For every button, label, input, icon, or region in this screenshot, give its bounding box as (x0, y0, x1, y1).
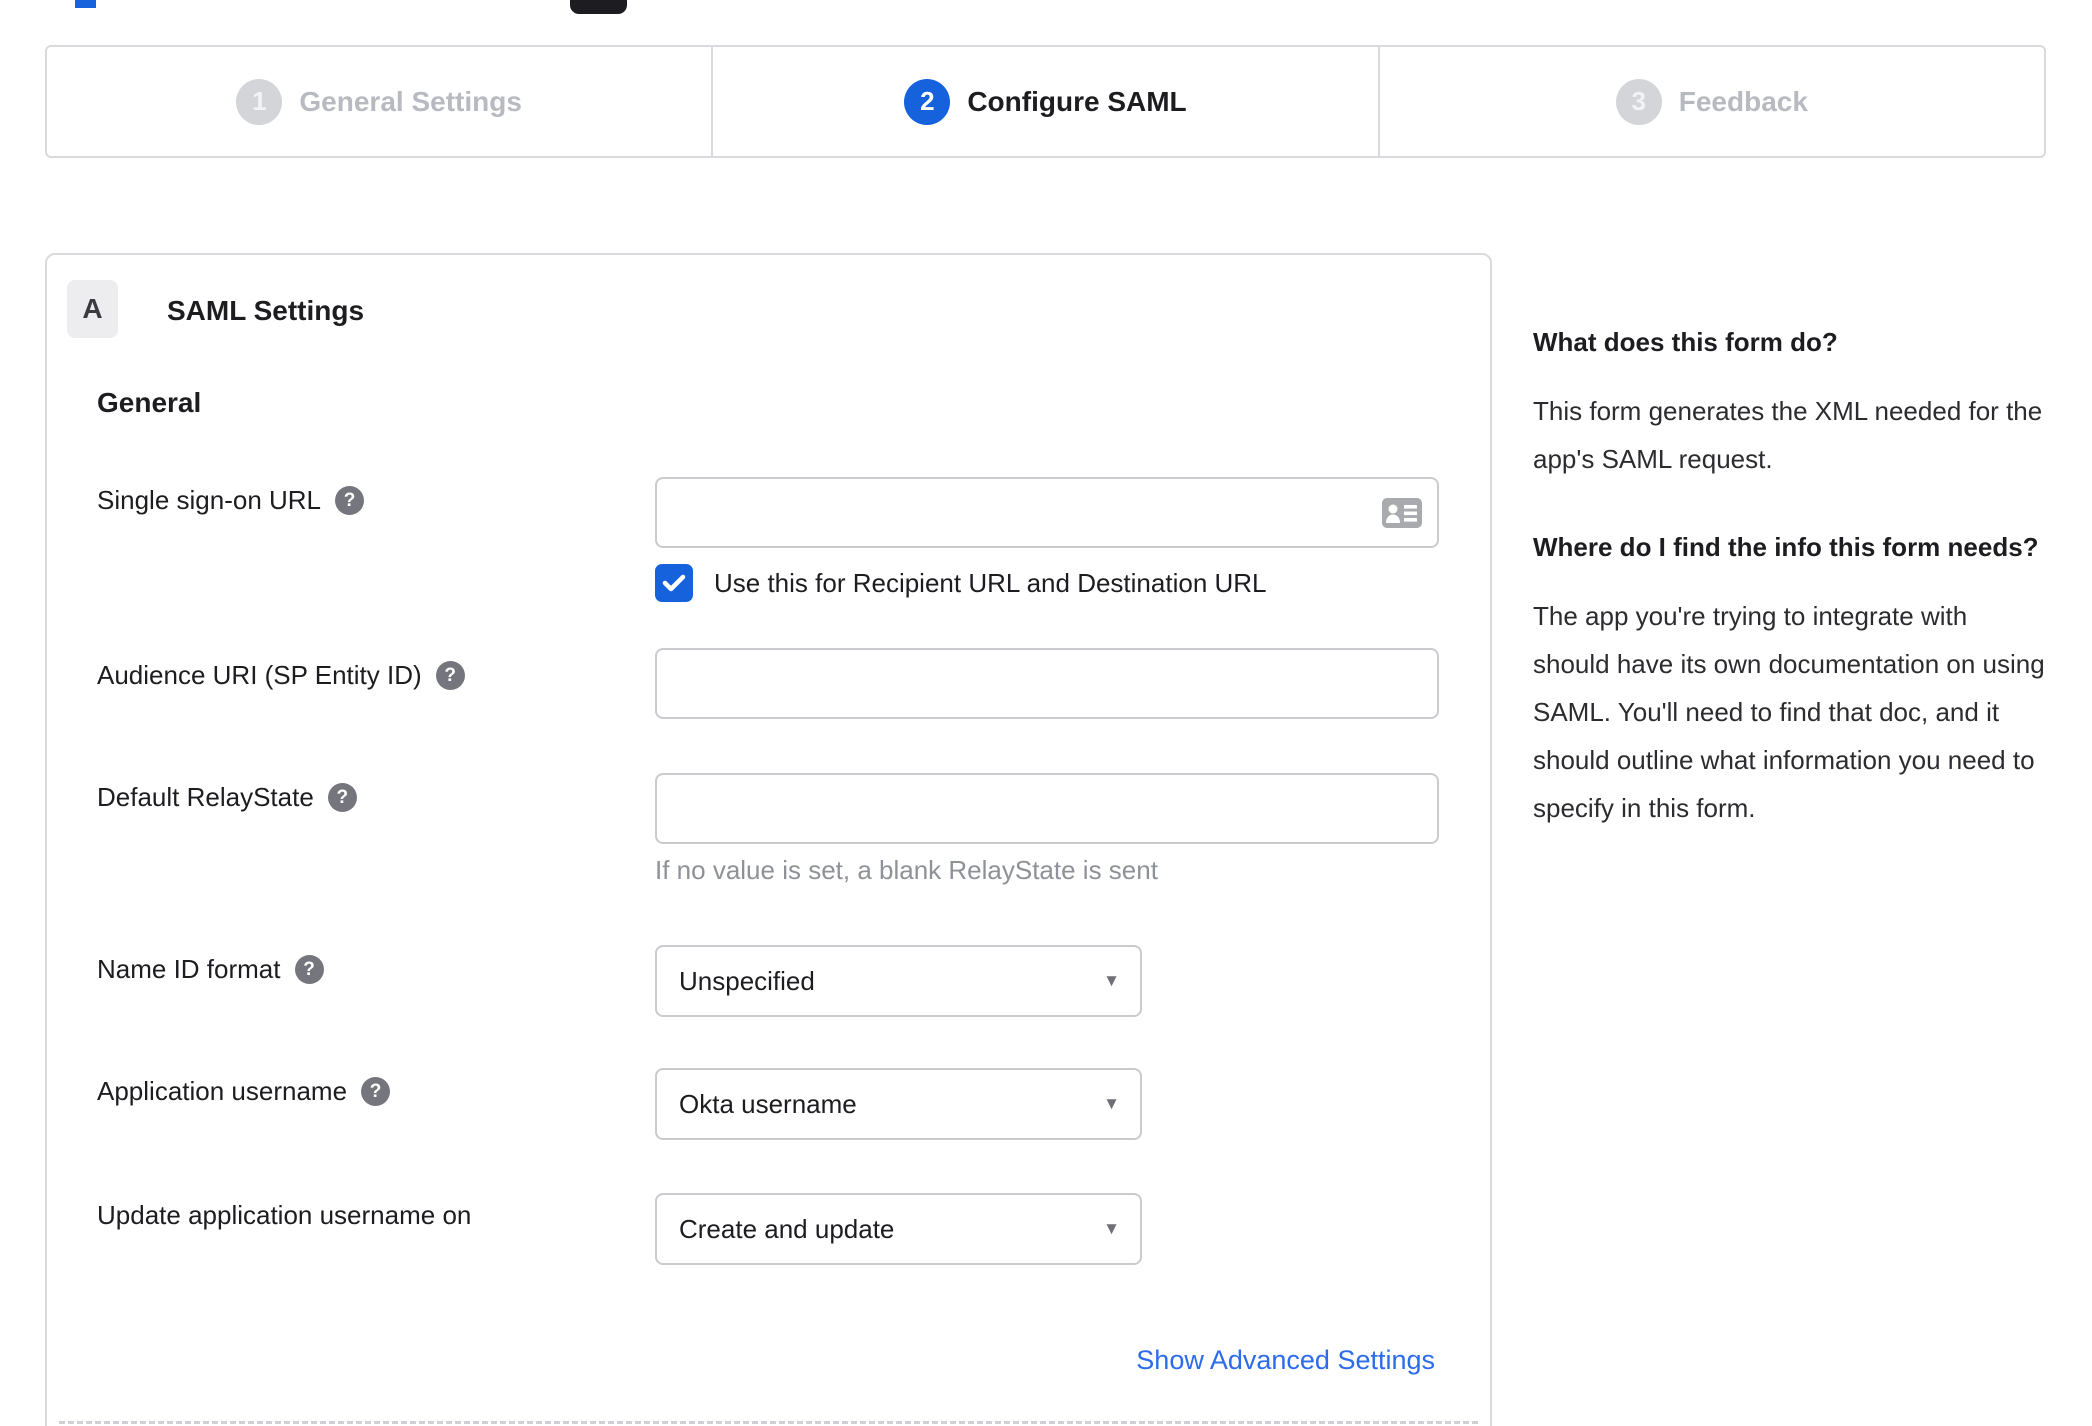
help-answer-2: The app you're trying to integrate with … (1533, 601, 2045, 823)
step-1-label: General Settings (299, 85, 522, 117)
application-username-label: Application username ? (97, 1076, 391, 1107)
audience-uri-label-text: Audience URI (SP Entity ID) (97, 660, 422, 690)
help-icon[interactable]: ? (361, 1077, 391, 1106)
default-relaystate-label-text: Default RelayState (97, 782, 314, 812)
show-advanced-settings-link[interactable]: Show Advanced Settings (1136, 1345, 1435, 1376)
application-username-label-text: Application username (97, 1076, 348, 1106)
wizard-stepper: 1 General Settings 2 Configure SAML 3 Fe… (45, 45, 2046, 158)
section-dashed-divider (59, 1421, 1478, 1424)
name-id-format-label-text: Name ID format (97, 954, 281, 984)
checkmark-icon (662, 574, 686, 592)
name-id-format-select[interactable]: Unspecified ▼ (655, 945, 1142, 1017)
single-sign-on-url-label-text: Single sign-on URL (97, 485, 322, 515)
help-icon[interactable]: ? (294, 955, 324, 984)
application-username-select[interactable]: Okta username ▼ (655, 1068, 1142, 1140)
name-id-format-value: Unspecified (679, 965, 815, 996)
step-configure-saml[interactable]: 2 Configure SAML (711, 47, 1377, 156)
chevron-down-icon: ▼ (1103, 1219, 1120, 1238)
single-sign-on-url-label: Single sign-on URL ? (97, 485, 365, 516)
audience-uri-label: Audience URI (SP Entity ID) ? (97, 660, 465, 691)
saml-settings-card: A SAML Settings General Single sign-on U… (45, 253, 1492, 1426)
card-title: SAML Settings (167, 295, 365, 326)
default-relaystate-label: Default RelayState ? (97, 782, 357, 813)
cut-off-active-tab-fragment (75, 0, 96, 8)
help-question-2: Where do I find the info this form needs… (1533, 532, 2039, 562)
step-2-number-badge: 2 (904, 78, 951, 125)
step-2-label: Configure SAML (967, 85, 1187, 117)
help-question-1: What does this form do? (1533, 327, 1838, 357)
application-username-value: Okta username (679, 1088, 857, 1119)
help-icon[interactable]: ? (335, 486, 365, 515)
section-a-badge: A (67, 280, 118, 338)
step-3-label: Feedback (1678, 85, 1808, 117)
update-application-username-label-text: Update application username on (97, 1200, 472, 1230)
help-answer-1: This form generates the XML needed for t… (1533, 396, 2043, 474)
default-relaystate-field (655, 773, 1439, 844)
update-application-username-value: Create and update (679, 1213, 895, 1244)
help-icon[interactable]: ? (327, 783, 357, 812)
step-1-number-badge: 1 (236, 78, 283, 125)
name-id-format-label: Name ID format ? (97, 954, 324, 985)
single-sign-on-url-input[interactable] (655, 477, 1439, 548)
step-3-number-badge: 3 (1615, 78, 1662, 125)
relaystate-hint: If no value is set, a blank RelayState i… (655, 855, 1158, 885)
okta-configure-saml-page: 1 General Settings 2 Configure SAML 3 Fe… (0, 0, 2092, 1426)
audience-uri-field (655, 648, 1439, 719)
contact-card-icon[interactable] (1381, 497, 1423, 529)
step-feedback[interactable]: 3 Feedback (1377, 47, 2044, 156)
update-application-username-label: Update application username on (97, 1200, 471, 1231)
recipient-destination-checkbox[interactable] (655, 564, 693, 602)
general-section-heading: General (97, 387, 202, 418)
step-general-settings[interactable]: 1 General Settings (47, 47, 711, 156)
chevron-down-icon: ▼ (1103, 971, 1120, 990)
recipient-destination-checkbox-label: Use this for Recipient URL and Destinati… (714, 568, 1267, 598)
audience-uri-input[interactable] (655, 648, 1439, 719)
cut-off-header-icon-fragment (570, 0, 627, 14)
chevron-down-icon: ▼ (1103, 1094, 1120, 1113)
default-relaystate-input[interactable] (655, 773, 1439, 844)
single-sign-on-url-field (655, 477, 1439, 548)
help-icon[interactable]: ? (435, 661, 465, 690)
update-application-username-select[interactable]: Create and update ▼ (655, 1193, 1142, 1265)
contextual-help-panel: What does this form do? This form genera… (1533, 322, 2049, 876)
